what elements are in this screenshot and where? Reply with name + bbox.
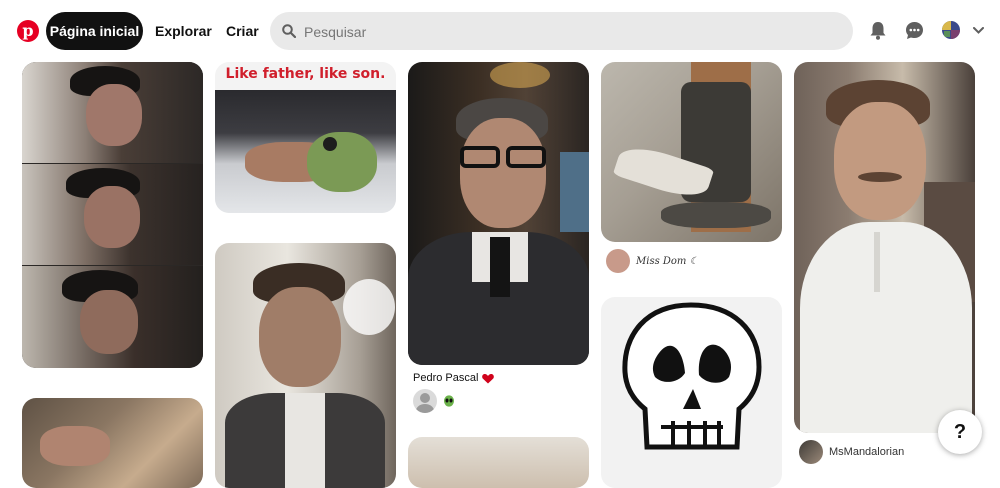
pin-image-portrait-henley (794, 62, 975, 433)
meme-caption: Like father, like son. (225, 66, 386, 82)
creator-name: MsMandalorian (829, 446, 905, 458)
pin-image-card[interactable] (22, 398, 203, 488)
pin-image-portrait-suit (215, 243, 396, 488)
nav-home-button[interactable]: Página inicial (46, 12, 143, 50)
alien-emoji-icon (444, 395, 454, 407)
heart-icon (482, 373, 495, 383)
pin-image-card[interactable] (215, 243, 396, 488)
pin-image-portrait-glasses (408, 62, 589, 365)
chat-icon[interactable] (905, 21, 924, 40)
search-input[interactable] (302, 16, 826, 48)
top-navigation-bar: p Página inicial Explorar Criar (0, 0, 1000, 62)
help-button[interactable]: ? (938, 410, 982, 454)
search-icon (282, 24, 296, 38)
pin-image-card[interactable] (22, 62, 203, 368)
pin-image-winged-boot (601, 62, 782, 242)
pin-creator[interactable]: Miss Dom ☾ (606, 249, 699, 273)
pin-image-triple-portrait (22, 62, 203, 368)
pin-image-card[interactable] (601, 297, 782, 488)
pin-image-skull-drawing (601, 297, 782, 488)
nav-create-link[interactable]: Criar (226, 12, 259, 50)
pin-image-card[interactable] (408, 437, 589, 488)
pin-meme-card[interactable]: Like father, like son. (215, 62, 396, 213)
pin-image-light-photo (408, 437, 589, 488)
chevron-down-icon[interactable] (973, 27, 984, 34)
creator-avatar (606, 249, 630, 273)
bell-icon[interactable] (869, 21, 887, 40)
pin-image-car-scene (22, 398, 203, 488)
pinterest-logo-icon[interactable]: p (17, 20, 39, 42)
search-bar[interactable] (270, 12, 853, 50)
creator-avatar (799, 440, 823, 464)
pin-caption-text: Pedro Pascal (413, 372, 479, 384)
creator-avatar (413, 389, 437, 413)
pin-caption: Pedro Pascal (413, 372, 495, 384)
pin-image-card[interactable] (601, 62, 782, 242)
pin-image-meme: Like father, like son. (215, 62, 396, 213)
pin-image-card[interactable] (408, 62, 589, 365)
skull-illustration (622, 302, 762, 450)
pin-image-card[interactable] (794, 62, 975, 433)
pin-creator[interactable] (413, 389, 455, 413)
creator-name: Miss Dom ☾ (636, 255, 699, 267)
pin-creator[interactable]: MsMandalorian (799, 440, 904, 464)
user-avatar[interactable] (942, 21, 960, 39)
nav-explore-link[interactable]: Explorar (155, 12, 212, 50)
